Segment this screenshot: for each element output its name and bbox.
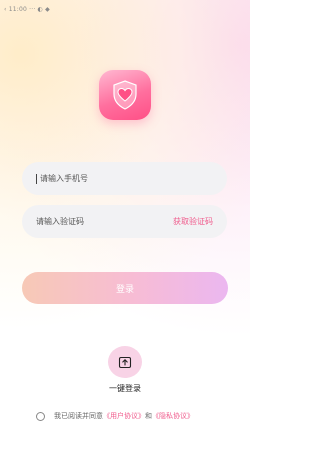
heart-shield-icon [113, 80, 137, 110]
app-logo [99, 70, 151, 120]
text-caret [36, 173, 37, 184]
user-agreement-link[interactable]: 《用户协议》 [103, 411, 145, 421]
agreement-checkbox[interactable] [36, 411, 45, 421]
quick-login-button[interactable] [108, 346, 142, 378]
code-placeholder: 请输入验证码 [36, 217, 84, 226]
login-arrow-icon [118, 356, 132, 369]
agreement-conjunction: 和 [145, 412, 152, 420]
privacy-agreement-link[interactable]: 《隐私协议》 [152, 411, 194, 421]
phone-field[interactable]: 请输入手机号 [22, 162, 227, 195]
get-code-button[interactable]: 获取验证码 [173, 216, 213, 227]
agreement-prefix: 我已阅读并同意 [54, 412, 103, 420]
verification-code-field[interactable]: 请输入验证码 获取验证码 [22, 205, 227, 238]
quick-login-label: 一键登录 [109, 384, 141, 393]
phone-placeholder: 请输入手机号 [40, 174, 88, 183]
status-bar: ‹ 11:00 ··· ◐ ◆ [4, 6, 50, 13]
login-button[interactable]: 登录 [22, 272, 228, 304]
agreement-row: 我已阅读并同意 《用户协议》 和 《隐私协议》 [36, 411, 194, 421]
